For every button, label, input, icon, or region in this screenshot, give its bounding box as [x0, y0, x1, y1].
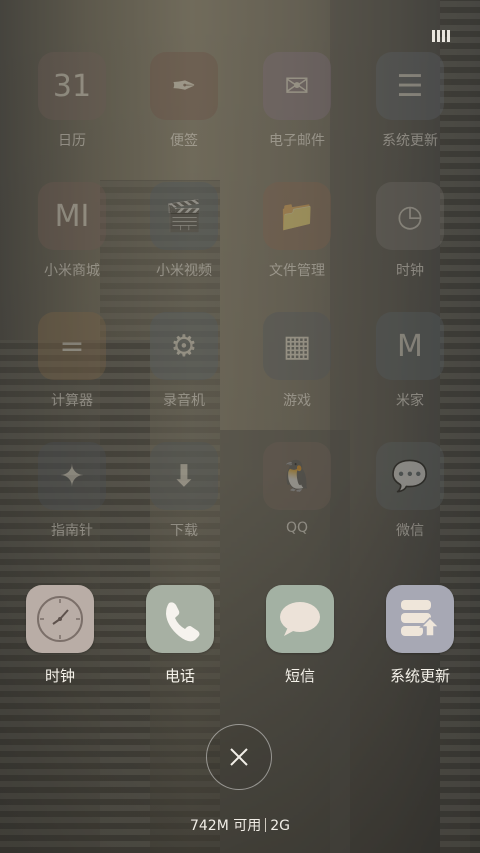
recent-app-label: 时钟 [44, 667, 75, 685]
background-app-label: 微信 [396, 523, 424, 539]
background-app-icon: ☰ [376, 52, 444, 120]
recent-app-label: 电话 [164, 667, 195, 685]
background-app-glyph: ✦ [59, 458, 85, 494]
background-app-label: 游戏 [283, 393, 311, 409]
background-app-icon: 31 [38, 52, 106, 120]
background-app-icon: 🐧 [263, 442, 331, 510]
background-app-glyph: M [397, 328, 423, 364]
memory-available: 742M 可用 [189, 818, 262, 834]
background-app-label: 日历 [58, 133, 86, 149]
background-app-glyph: ✉ [284, 68, 310, 104]
memory-total: 2G [270, 818, 291, 834]
background-app-label: 录音机 [163, 393, 205, 409]
background-app-icon: = [38, 312, 106, 380]
background-app-glyph: ☰ [396, 68, 424, 104]
clear-all-button[interactable] [206, 724, 272, 790]
background-app-icon: ◷ [376, 182, 444, 250]
background-app-icon: ✦ [38, 442, 106, 510]
recent-app-messages[interactable]: 短信 [245, 585, 355, 686]
clock-icon [26, 585, 94, 653]
phone-icon [146, 585, 214, 653]
background-app-glyph: = [59, 328, 85, 364]
memory-separator [265, 818, 267, 832]
background-app-glyph: 🐧 [278, 458, 316, 494]
background-app-icon: ▦ [263, 312, 331, 380]
background-app-label: 文件管理 [269, 263, 325, 279]
background-app-icon: ✒ [150, 52, 218, 120]
background-app-label: 便签 [170, 133, 198, 149]
background-app-glyph: ✒ [171, 68, 197, 104]
background-app-glyph: 31 [52, 68, 92, 104]
background-app-label: 米家 [396, 393, 424, 409]
background-app-glyph: 🎬 [165, 198, 203, 234]
background-app-label: 指南针 [51, 523, 93, 539]
recent-app-phone[interactable]: 电话 [125, 585, 235, 686]
recent-app-label: 短信 [284, 667, 315, 685]
background-app-icon: 🎬 [150, 182, 218, 250]
recent-app-label: 系统更新 [389, 667, 450, 685]
background-app-glyph: ⚙ [170, 328, 198, 364]
background-app-glyph: ◷ [396, 198, 424, 234]
recent-apps-row: 时钟 电话 短信 系统更新 [0, 585, 480, 695]
background-app-label: 系统更新 [382, 133, 438, 149]
system-update-icon [386, 585, 454, 653]
background-app-icon: MI [38, 182, 106, 250]
background-app-icon: ✉ [263, 52, 331, 120]
background-app-label: 小米商城 [44, 263, 100, 279]
background-app-label: 时钟 [396, 263, 424, 279]
recent-app-clock[interactable]: 时钟 [5, 585, 115, 686]
background-app-glyph: MI [54, 198, 90, 234]
background-app-glyph: ⬇ [171, 458, 197, 494]
close-icon [230, 748, 248, 766]
battery-icon [432, 30, 450, 42]
background-app-label: 电子邮件 [269, 133, 325, 149]
background-app-glyph: 💬 [391, 458, 429, 494]
recent-app-system-update[interactable]: 系统更新 [365, 585, 475, 686]
background-app-icon: ⚙ [150, 312, 218, 380]
background-app-label: 下载 [170, 523, 198, 539]
background-app-label: 计算器 [51, 393, 93, 409]
background-app-glyph: 📁 [278, 198, 316, 234]
background-app-icon: ⬇ [150, 442, 218, 510]
background-app-label: 小米视频 [156, 263, 212, 279]
background-app-icon: 📁 [263, 182, 331, 250]
background-app-glyph: ▦ [282, 328, 312, 364]
message-icon [266, 585, 334, 653]
background-app-icon: M [376, 312, 444, 380]
memory-status: 742M 可用 2G [0, 815, 480, 835]
background-app-label: QQ [285, 520, 309, 536]
background-app-icon: 💬 [376, 442, 444, 510]
